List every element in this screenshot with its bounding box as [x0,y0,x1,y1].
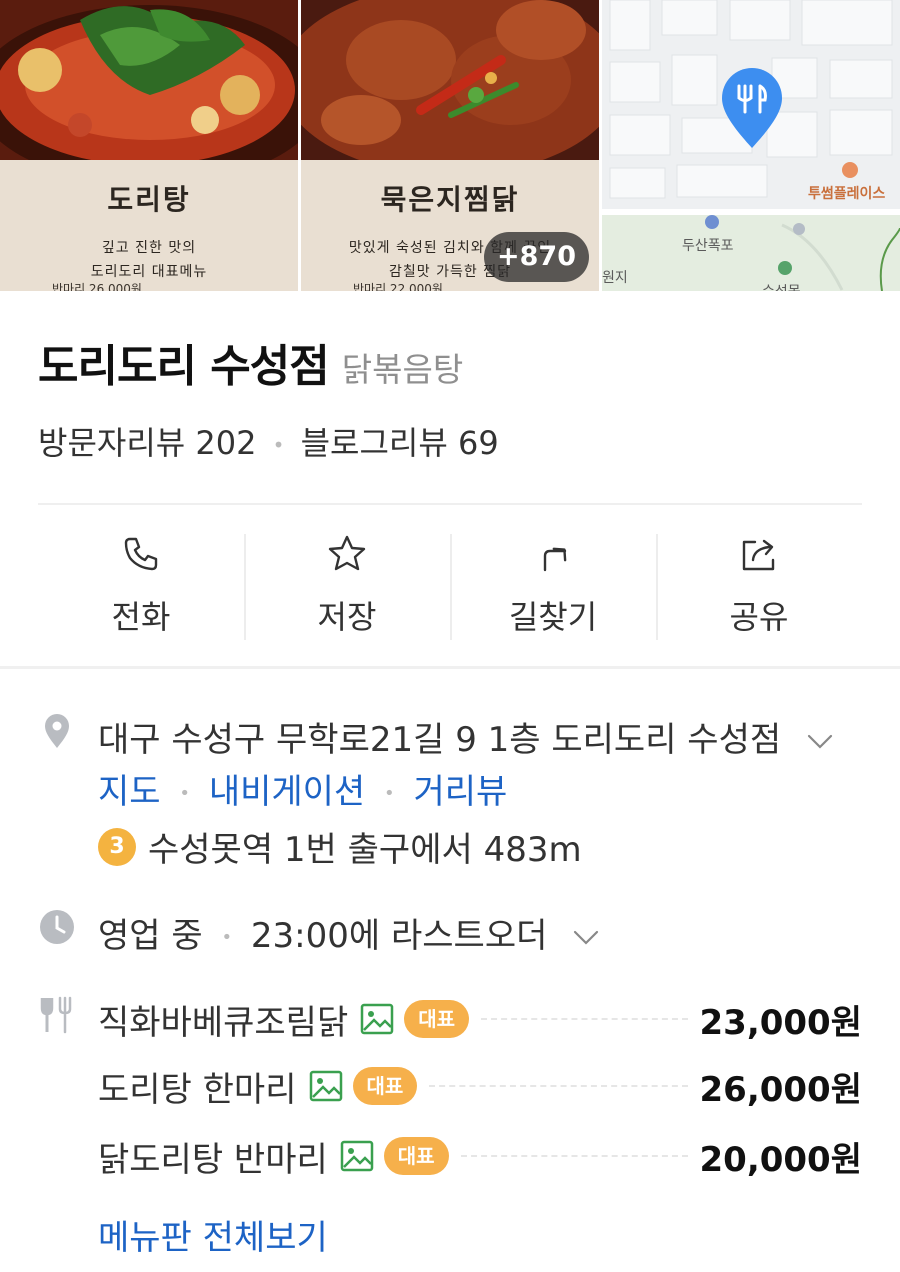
menu-item-name: 도리탕 한마리 [98,1069,297,1110]
menu-item-name: 직화바베큐조림닭 [98,1002,349,1043]
chevron-down-icon[interactable] [572,929,600,947]
see-full-menu-link[interactable]: 메뉴판 전체보기 [98,1210,328,1259]
subway-text: 수성못역 1번 출구에서 483m [148,830,582,870]
share-icon [742,539,775,571]
menu-photo-2[interactable]: 묵은지찜닭 맛있게 숙성된 김치와 함께 끓인 감칠맛 가득한 찜닭 반마리 2… [301,0,599,291]
subway-directions: 3 수성못역 1번 출구에서 483m [98,822,582,871]
card-title: 묵은지찜닭 [380,183,520,216]
share-label: 공유 [729,598,789,636]
action-bar: 전화 저장 길찾기 공유 [38,530,862,642]
menu-item-price: 23,000원 [699,1002,862,1043]
directions-button[interactable]: 길찾기 [450,530,656,642]
last-order-text: 23:00에 라스트오더 [250,916,548,956]
menu-item[interactable]: 도리탕 한마리 대표 26,000원 [98,1062,862,1110]
map-label: 수성못 [762,281,801,291]
business-status: 영업 중 [98,916,203,956]
map-thumbnail[interactable]: 투썸플레이스 두산폭포 원지 수성못 [602,0,900,291]
photo-icon[interactable] [309,1069,343,1103]
food-image-doritang [0,0,298,160]
call-label: 전화 [111,598,171,636]
fork-knife-icon [40,996,72,1034]
title-row: 도리도리 수성점 닭볶음탕 [38,330,463,394]
photo-strip: 도리탕 깊고 진한 맛의 도리도리 대표메뉴 반마리 26,000원 묵은지찜닭… [0,0,900,291]
dotted-leader [429,1085,688,1087]
separator-dot: • [179,783,190,804]
chevron-down-icon[interactable] [806,733,834,751]
place-name: 도리도리 수성점 [38,341,330,392]
phone-icon [124,537,158,571]
menu-item-name: 닭도리탕 반마리 [98,1139,328,1180]
card-price-cut: 반마리 26,000원 [52,282,142,291]
map-label: 두산폭포 [682,238,734,254]
location-pin-icon [45,714,69,748]
address-text: 대구 수성구 무학로21길 9 1층 도리도리 수성점 [98,720,782,760]
call-button[interactable]: 전화 [38,530,244,642]
address-row[interactable]: 대구 수성구 무학로21길 9 1층 도리도리 수성점 [98,712,834,761]
section-divider [0,666,900,669]
map-image [602,0,900,291]
map-links: 지도 • 내비게이션 • 거리뷰 [98,764,507,813]
directions-icon [543,547,567,572]
card-description: 깊고 진한 맛의 도리도리 대표메뉴 [90,240,208,280]
save-label: 저장 [317,598,377,636]
map-link[interactable]: 지도 [98,772,161,812]
blog-reviews-link[interactable]: 블로그리뷰 69 [301,424,499,462]
menu-item[interactable]: 직화바베큐조림닭 대표 23,000원 [98,995,862,1043]
menu-card-1: 도리탕 깊고 진한 맛의 도리도리 대표메뉴 반마리 26,000원 [0,160,298,291]
separator-dot: • [384,783,395,804]
menu-photo-1[interactable]: 도리탕 깊고 진한 맛의 도리도리 대표메뉴 반마리 26,000원 [0,0,298,291]
subway-line-badge: 3 [98,827,136,866]
signature-badge: 대표 [404,1000,470,1038]
visitor-reviews-link[interactable]: 방문자리뷰 202 [38,424,256,462]
place-category: 닭볶음탕 [341,350,464,389]
card-title: 도리탕 [107,183,191,216]
save-button[interactable]: 저장 [244,530,450,642]
menu-item-price: 20,000원 [699,1139,862,1180]
photo-icon[interactable] [340,1139,374,1173]
star-icon [328,535,366,571]
menu-item[interactable]: 닭도리탕 반마리 대표 20,000원 [98,1132,862,1180]
map-label: 원지 [602,270,628,286]
card-price-cut: 반마리 22,000원 [353,282,443,291]
clock-icon [40,910,74,944]
dotted-leader [460,1155,688,1157]
navigation-link[interactable]: 내비게이션 [209,772,365,812]
share-button[interactable]: 공유 [656,530,862,642]
dotted-leader [481,1018,688,1020]
photo-count-badge[interactable]: +870 [484,232,589,282]
review-summary: 방문자리뷰 202 • 블로그리뷰 69 [38,418,499,464]
map-label: 투썸플레이스 [808,186,886,202]
separator-dot: • [221,927,233,948]
signature-badge: 대표 [352,1067,418,1105]
directions-label: 길찾기 [508,598,598,636]
separator-dot: • [272,433,285,457]
divider [38,503,862,505]
photo-icon[interactable] [360,1002,394,1036]
food-image-kimchi-jjimdak [301,0,599,160]
signature-badge: 대표 [383,1137,449,1175]
menu-item-price: 26,000원 [699,1069,862,1110]
street-view-link[interactable]: 거리뷰 [413,772,507,812]
business-hours-row[interactable]: 영업 중 • 23:00에 라스트오더 [98,908,600,957]
